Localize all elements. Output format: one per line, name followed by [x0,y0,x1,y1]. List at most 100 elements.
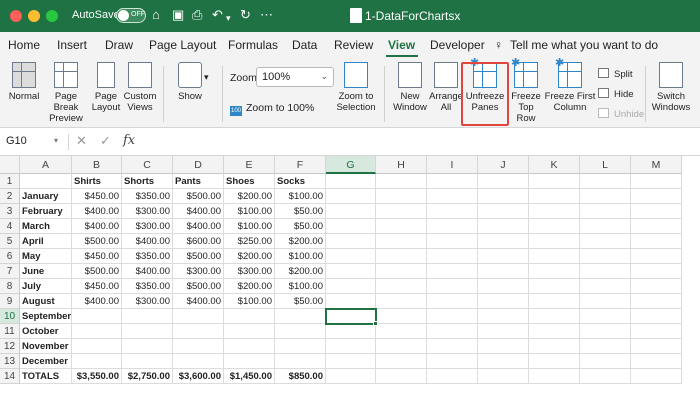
cell-j6[interactable] [478,249,529,264]
cell-k4[interactable] [529,219,580,234]
close-window-button[interactable] [10,10,22,22]
cell-m2[interactable] [631,189,682,204]
row-header-7[interactable]: 7 [0,264,20,279]
cell-h7[interactable] [376,264,427,279]
cell-i4[interactable] [427,219,478,234]
cell-e10[interactable] [224,309,275,324]
cell-c13[interactable] [122,354,173,369]
column-header-d[interactable]: D [173,156,224,174]
cell-l10[interactable] [580,309,631,324]
row-header-13[interactable]: 13 [0,354,20,369]
cell-g7[interactable] [326,264,376,279]
cell-a8[interactable]: July [20,279,72,294]
cell-j4[interactable] [478,219,529,234]
cell-k9[interactable] [529,294,580,309]
column-header-i[interactable]: I [427,156,478,174]
undo-icon[interactable]: ↶ [212,8,223,22]
select-all-corner[interactable] [0,156,20,174]
cell-f13[interactable] [275,354,326,369]
cell-k12[interactable] [529,339,580,354]
cell-d9[interactable]: $400.00 [173,294,224,309]
show-button[interactable]: Show [172,62,208,102]
tab-developer[interactable]: Developer [430,38,485,52]
cell-a9[interactable]: August [20,294,72,309]
cell-i5[interactable] [427,234,478,249]
cell-d3[interactable]: $400.00 [173,204,224,219]
row-header-11[interactable]: 11 [0,324,20,339]
cell-e5[interactable]: $250.00 [224,234,275,249]
cell-i8[interactable] [427,279,478,294]
cell-m11[interactable] [631,324,682,339]
cell-e4[interactable]: $100.00 [224,219,275,234]
cell-h8[interactable] [376,279,427,294]
cell-e13[interactable] [224,354,275,369]
tab-insert[interactable]: Insert [57,38,87,52]
cell-g1[interactable] [326,174,376,189]
column-header-a[interactable]: A [20,156,72,174]
cell-j11[interactable] [478,324,529,339]
cell-a3[interactable]: February [20,204,72,219]
cell-g3[interactable] [326,204,376,219]
cell-i7[interactable] [427,264,478,279]
cell-a1[interactable] [20,174,72,189]
cell-a14[interactable]: TOTALS [20,369,72,384]
cell-b6[interactable]: $450.00 [72,249,122,264]
cell-k13[interactable] [529,354,580,369]
cell-k10[interactable] [529,309,580,324]
cell-d11[interactable] [173,324,224,339]
row-header-2[interactable]: 2 [0,189,20,204]
row-header-1[interactable]: 1 [0,174,20,189]
row-header-6[interactable]: 6 [0,249,20,264]
cell-g8[interactable] [326,279,376,294]
cell-h4[interactable] [376,219,427,234]
cell-h13[interactable] [376,354,427,369]
cell-a10[interactable]: September [20,309,72,324]
column-header-f[interactable]: F [275,156,326,174]
minimize-window-button[interactable] [28,10,40,22]
cell-f4[interactable]: $50.00 [275,219,326,234]
cell-i14[interactable] [427,369,478,384]
cell-h11[interactable] [376,324,427,339]
cell-h14[interactable] [376,369,427,384]
cell-b1[interactable]: Shirts [72,174,122,189]
column-header-h[interactable]: H [376,156,427,174]
cell-i9[interactable] [427,294,478,309]
tell-me-search[interactable]: Tell me what you want to do [510,38,658,52]
cell-g6[interactable] [326,249,376,264]
chevron-down-icon[interactable]: ▾ [54,136,58,145]
cell-d12[interactable] [173,339,224,354]
cell-k14[interactable] [529,369,580,384]
cell-a7[interactable]: June [20,264,72,279]
arrange-all-button[interactable]: Arrange All [428,62,464,113]
column-header-c[interactable]: C [122,156,173,174]
tab-page-layout[interactable]: Page Layout [149,38,216,52]
tab-draw[interactable]: Draw [105,38,133,52]
cell-f14[interactable]: $850.00 [275,369,326,384]
zoom-select[interactable]: 100% ⌄ [256,67,334,87]
cell-j10[interactable] [478,309,529,324]
freeze-top-row-button[interactable]: ✱ Freeze Top Row [508,58,544,125]
cell-c8[interactable]: $350.00 [122,279,173,294]
row-header-3[interactable]: 3 [0,204,20,219]
row-header-5[interactable]: 5 [0,234,20,249]
cell-c3[interactable]: $300.00 [122,204,173,219]
cell-g13[interactable] [326,354,376,369]
page-layout-view-button[interactable]: Page Layout [91,62,121,113]
cell-e6[interactable]: $200.00 [224,249,275,264]
cell-a2[interactable]: January [20,189,72,204]
cell-k5[interactable] [529,234,580,249]
cell-b13[interactable] [72,354,122,369]
cell-c14[interactable]: $2,750.00 [122,369,173,384]
cell-l5[interactable] [580,234,631,249]
cell-k8[interactable] [529,279,580,294]
cell-f7[interactable]: $200.00 [275,264,326,279]
confirm-icon[interactable]: ✓ [100,133,111,149]
cell-b9[interactable]: $400.00 [72,294,122,309]
cell-m14[interactable] [631,369,682,384]
cancel-icon[interactable]: ✕ [76,133,87,149]
cell-i11[interactable] [427,324,478,339]
cell-i6[interactable] [427,249,478,264]
freeze-first-column-button[interactable]: ✱ Freeze First Column [544,58,596,114]
cell-c7[interactable]: $400.00 [122,264,173,279]
cell-l6[interactable] [580,249,631,264]
